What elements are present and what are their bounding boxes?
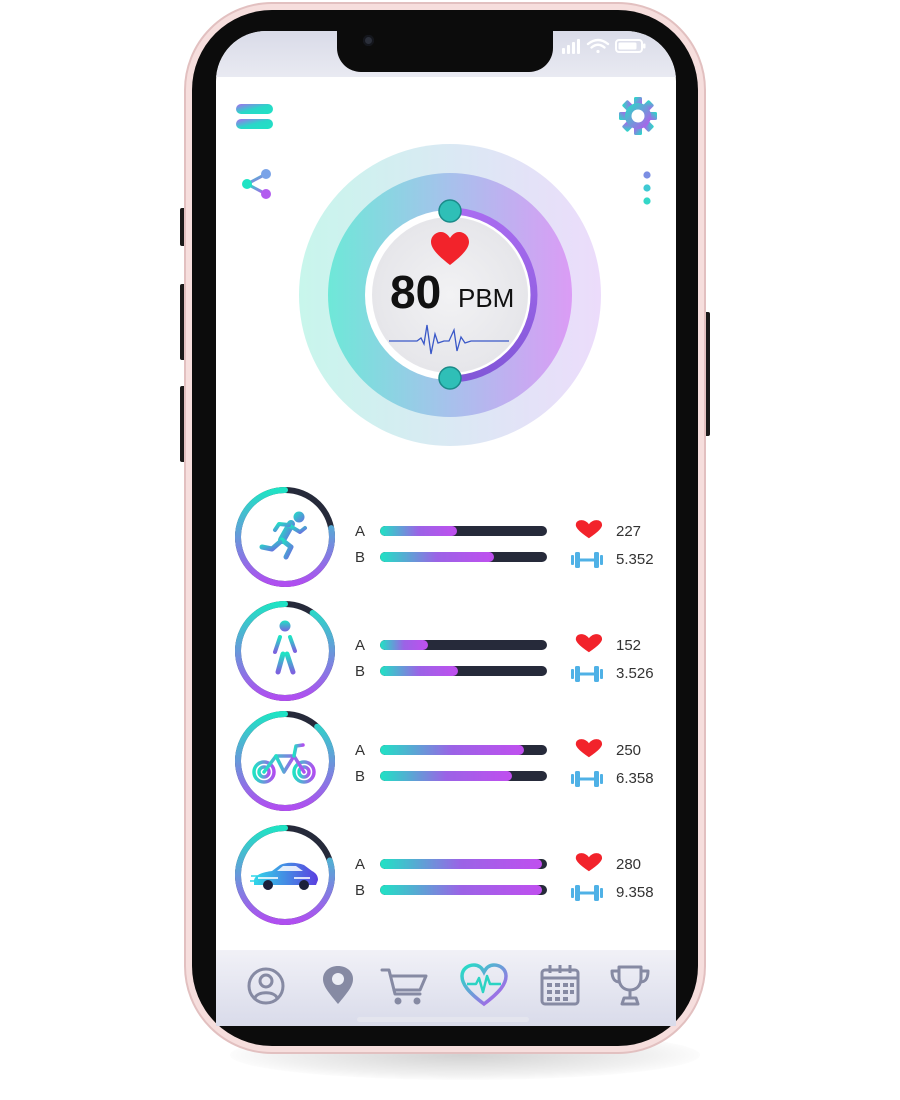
notch [337, 26, 553, 72]
bar-label-a: A [355, 637, 366, 654]
dial-knob-bottom[interactable] [438, 366, 462, 390]
heart-icon [575, 853, 603, 872]
heart-rate-unit: PBM [458, 283, 515, 313]
progress-fill-b [380, 552, 494, 562]
progress-fill-a [380, 526, 457, 536]
progress-fill-b [380, 771, 512, 781]
runner-icon [259, 511, 307, 560]
walker-icon [273, 620, 297, 675]
progress-fill-a [380, 640, 429, 650]
heart-rate-value: 80 [390, 266, 442, 318]
home-indicator [357, 1017, 529, 1022]
battery-icon [615, 39, 646, 53]
bar-label-a: A [355, 856, 366, 873]
progress-bar-a [380, 859, 547, 869]
calendar-icon[interactable] [536, 962, 584, 1010]
share-icon[interactable] [240, 168, 274, 200]
dumbbell-icon [571, 885, 603, 901]
gear-icon[interactable] [618, 96, 658, 136]
progress-bar-b [380, 666, 547, 676]
progress-bar-a [380, 640, 547, 650]
weight-value: 6.358 [616, 770, 654, 787]
bar-label-b: B [355, 768, 366, 785]
bar-label-a: A [355, 742, 366, 759]
heart-value: 280 [616, 856, 642, 873]
progress-bar-b [380, 885, 547, 895]
bicycle-icon [252, 743, 316, 784]
heart-icon [575, 520, 603, 539]
progress-fill-a [380, 859, 542, 869]
bar-label-b: B [355, 663, 366, 680]
cart-icon[interactable] [380, 962, 428, 1010]
activity-row-running[interactable]: A B 227 5.352 [230, 482, 670, 592]
progress-fill-b [380, 666, 459, 676]
location-pin-icon[interactable] [314, 962, 362, 1010]
dumbbell-icon [571, 771, 603, 787]
progress-fill-b [380, 885, 542, 895]
signal-icon [562, 39, 580, 54]
activity-row-walking[interactable]: A B 152 3.526 [230, 596, 670, 706]
heart-value: 227 [616, 523, 642, 540]
progress-fill-a [380, 745, 524, 755]
heart-icon [575, 634, 603, 653]
heart-icon [575, 739, 603, 758]
progress-bar-b [380, 552, 547, 562]
progress-bar-a [380, 745, 547, 755]
activity-row-cycling[interactable]: A B 250 6.358 [230, 706, 670, 816]
heart-value: 250 [616, 742, 642, 759]
weight-value: 9.358 [616, 884, 654, 901]
bar-label-a: A [355, 523, 366, 540]
front-camera [363, 35, 374, 46]
dumbbell-icon [571, 552, 603, 568]
trophy-icon[interactable] [606, 962, 654, 1010]
bar-label-b: B [355, 882, 366, 899]
bar-label-b: B [355, 549, 366, 566]
weight-value: 3.526 [616, 665, 654, 682]
heart-value: 152 [616, 637, 642, 654]
progress-bar-a [380, 526, 547, 536]
vertical-dots-icon[interactable] [640, 170, 654, 206]
progress-bar-b [380, 771, 547, 781]
heart-rate-dial [299, 144, 601, 446]
car-icon [250, 862, 318, 890]
activity-row-driving[interactable]: A B 280 9.358 [230, 820, 670, 930]
weight-value: 5.352 [616, 551, 654, 568]
heart-rate-icon[interactable] [459, 962, 509, 1010]
status-icons [562, 38, 646, 54]
dial-knob-top[interactable] [438, 199, 462, 223]
profile-icon[interactable] [242, 962, 290, 1010]
hamburger-icon[interactable] [236, 103, 274, 131]
dumbbell-icon [571, 666, 603, 682]
wifi-icon [586, 38, 610, 54]
